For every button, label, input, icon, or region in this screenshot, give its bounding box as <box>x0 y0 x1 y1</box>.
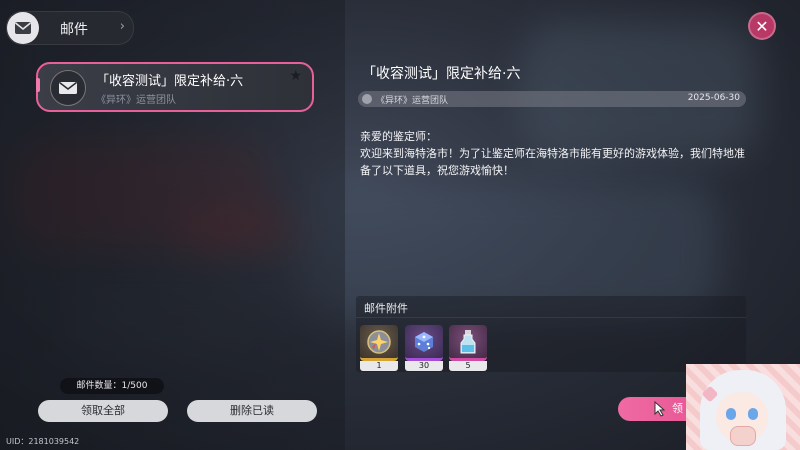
orb-icon <box>367 329 391 354</box>
sender-icon <box>362 94 372 104</box>
mail-date: 2025-06-30 <box>687 93 740 103</box>
close-icon: ✕ <box>755 16 769 36</box>
mail-body: 亲爱的鉴定师： 欢迎来到海特洛市！为了让鉴定师在海特洛市能有更好的游戏体验，我们… <box>360 128 750 179</box>
attachments-label: 邮件附件 <box>364 302 408 315</box>
mail-icon <box>7 12 39 44</box>
attachment-item[interactable]: 5 <box>449 325 487 371</box>
envelope-icon <box>50 70 86 106</box>
delete-read-button[interactable]: 删除已读 <box>187 400 317 422</box>
mail-list-item[interactable]: 「收容测试」限定补给·六 《异环》运营团队 ★ <box>36 62 314 112</box>
attachment-item[interactable]: 30 <box>405 325 443 371</box>
mail-item-sender: 《异环》运营团队 <box>96 95 176 106</box>
page-title: 邮件 <box>60 22 88 38</box>
dice-icon <box>415 331 433 352</box>
star-icon[interactable]: ★ <box>289 68 302 84</box>
streamer-avatar-overlay <box>686 364 800 450</box>
chevron-right-icon: › <box>119 19 125 34</box>
attachment-qty: 1 <box>360 361 398 371</box>
mail-item-title: 「收容测试」限定补给·六 <box>96 74 244 89</box>
mail-detail-title: 「收容测试」限定补给·六 <box>362 66 521 82</box>
mail-greeting: 亲爱的鉴定师： <box>360 130 437 143</box>
collect-label: 领 <box>672 402 683 415</box>
attachment-qty: 30 <box>405 361 443 371</box>
attachment-qty: 5 <box>449 361 487 371</box>
close-button[interactable]: ✕ <box>748 12 776 40</box>
sender-name: 《异环》运营团队 <box>376 96 449 106</box>
sender-bar: 《异环》运营团队 2025-06-30 <box>358 91 746 107</box>
divider <box>356 317 746 318</box>
mail-header: 邮件 › <box>6 11 134 45</box>
mail-body-text: 欢迎来到海特洛市！为了让鉴定师在海特洛市能有更好的游戏体验，我们特地准备了以下道… <box>360 147 745 177</box>
attachment-item[interactable]: 1 <box>360 325 398 371</box>
user-id: UID：2181039542 <box>6 437 80 446</box>
mail-count: 邮件数量：1/500 <box>60 378 164 394</box>
bottle-icon <box>460 329 476 353</box>
claim-all-button[interactable]: 领取全部 <box>38 400 168 422</box>
cursor-icon <box>654 401 666 417</box>
